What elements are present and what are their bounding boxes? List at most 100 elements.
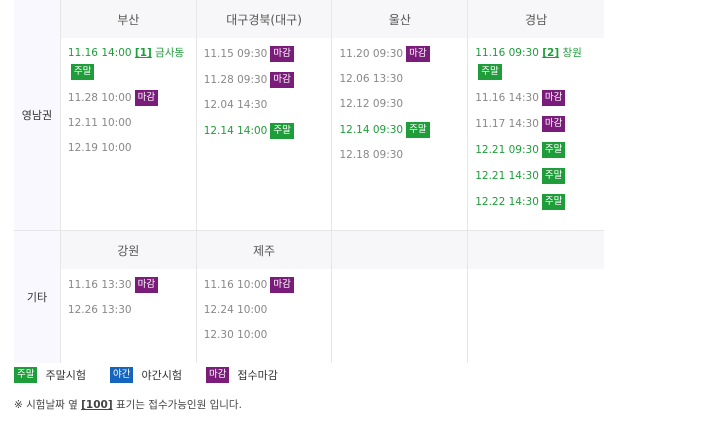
legend-item-night: 야간 야간시험: [109, 367, 182, 383]
closed-badge: 마감: [134, 90, 159, 106]
city-column: [332, 231, 469, 363]
city-header: [468, 231, 604, 269]
exam-date-item[interactable]: 12.26 13:30: [68, 303, 196, 318]
exam-datetime: 11.16 13:30: [67, 279, 132, 291]
available-seats: [2]: [542, 47, 560, 59]
exam-datetime: 12.21 14:30: [475, 170, 539, 182]
exam-date-item[interactable]: 12.18 09:30: [339, 148, 467, 163]
note-prefix: ※ 시험날짜 옆: [14, 399, 82, 411]
city-schedule: [468, 269, 604, 287]
exam-datetime: 12.22 14:30: [475, 196, 539, 208]
legend-item-closed: 마감 접수마감: [205, 367, 278, 383]
exam-datetime: 12.12 09:30: [339, 98, 404, 110]
legend-item-weekend: 주말 주말시험: [14, 367, 86, 383]
exam-datetime: 12.14 09:30: [339, 124, 404, 136]
exam-date-item[interactable]: 11.15 09:30 마감: [204, 46, 332, 62]
region-row: 기타 강원 11.16 13:30 마감 12.26 13:30 제주 11.16 10:0…: [14, 230, 604, 363]
city-column: 제주 11.16 10:00 마감 12.24 10:00 12.30 10:00: [196, 231, 333, 363]
exam-date-item[interactable]: 12.21 14:30 주말: [475, 168, 604, 184]
legend: 주말 주말시험 야간 야간시험 마감 접수마감: [14, 367, 278, 383]
exam-date-item[interactable]: 12.19 10:00: [68, 141, 196, 156]
exam-datetime: 11.20 09:30: [339, 48, 404, 60]
city-schedule: 11.16 13:30 마감 12.26 13:30: [61, 269, 196, 338]
exam-date-item[interactable]: 12.22 14:30 주말: [475, 194, 604, 210]
available-seats: [1]: [134, 47, 152, 59]
weekend-badge: 주말: [478, 64, 502, 80]
city-column: 부산 11.16 14:00 [1] 금사동 주말 11.28 10:00 마감 12.1…: [60, 0, 197, 230]
exam-date-item[interactable]: 11.16 13:30 마감: [68, 277, 196, 293]
note-suffix: 표기는 접수가능인원 입니다.: [112, 399, 242, 411]
exam-date-item[interactable]: 11.16 14:30 마감: [475, 90, 604, 106]
exam-date-item[interactable]: 11.17 14:30 마감: [475, 116, 604, 132]
weekend-badge: 주말: [406, 122, 430, 138]
exam-date-item[interactable]: 12.11 10:00: [68, 116, 196, 131]
exam-date-item[interactable]: 11.16 10:00 마감: [204, 277, 332, 293]
region-label: 영남권: [14, 0, 61, 230]
night-badge: 야간: [109, 367, 134, 383]
city-schedule: 11.16 09:30 [2] 창원 주말 11.16 14:30 마감 11.17 1…: [468, 38, 604, 230]
weekend-badge: 주말: [14, 367, 38, 383]
legend-label: 야간시험: [141, 369, 182, 382]
exam-venue: 창원: [562, 47, 582, 59]
exam-datetime: 12.21 09:30: [475, 144, 539, 156]
city-schedule: 11.16 10:00 마감 12.24 10:00 12.30 10:00: [197, 269, 332, 363]
legend-label: 접수마감: [237, 369, 278, 382]
exam-datetime: 11.28 10:00: [67, 92, 132, 104]
closed-badge: 마감: [406, 46, 430, 62]
exam-datetime: 12.06 13:30: [339, 73, 404, 85]
city-column: 강원 11.16 13:30 마감 12.26 13:30: [60, 231, 197, 363]
closed-badge: 마감: [541, 116, 566, 132]
exam-date-item[interactable]: 11.28 10:00 마감: [68, 90, 196, 106]
exam-datetime: 12.04 14:30: [203, 99, 268, 111]
city-header: 울산: [332, 0, 468, 38]
exam-date-item[interactable]: 11.16 09:30 [2] 창원 주말: [475, 46, 604, 80]
closed-badge: 마감: [541, 90, 566, 106]
closed-badge: 마감: [270, 277, 294, 293]
exam-date-item[interactable]: 12.24 10:00: [204, 303, 332, 318]
closed-badge: 마감: [270, 46, 294, 62]
exam-datetime: 12.26 13:30: [67, 304, 132, 316]
exam-datetime: 11.15 09:30: [203, 48, 268, 60]
exam-datetime: 11.16 14:00: [67, 47, 132, 59]
exam-date-item[interactable]: 11.20 09:30 마감: [339, 46, 467, 62]
exam-datetime: 11.28 09:30: [203, 74, 268, 86]
exam-date-item[interactable]: 12.14 09:30 주말: [339, 122, 467, 138]
exam-datetime: 12.30 10:00: [203, 329, 268, 341]
exam-datetime: 12.19 10:00: [67, 142, 132, 154]
city-schedule: 11.20 09:30 마감 12.06 13:30 12.12 09:30 12.14…: [332, 38, 467, 183]
city-schedule: [332, 269, 467, 287]
exam-datetime: 12.11 10:00: [67, 117, 132, 129]
weekend-badge: 주말: [541, 168, 566, 184]
exam-datetime: 11.16 10:00: [203, 279, 268, 291]
city-header: 제주: [196, 231, 332, 269]
city-header: 대구경북(대구): [196, 0, 332, 38]
exam-datetime: 12.24 10:00: [203, 304, 268, 316]
exam-datetime: 12.14 14:00: [203, 125, 268, 137]
exam-date-item[interactable]: 12.14 14:00 주말: [204, 123, 332, 139]
exam-date-item[interactable]: 11.28 09:30 마감: [204, 72, 332, 88]
weekend-badge: 주말: [70, 64, 95, 80]
exam-date-item[interactable]: 12.06 13:30: [339, 72, 467, 87]
city-column: 울산 11.20 09:30 마감 12.06 13:30 12.12 09:30 12.…: [332, 0, 469, 230]
legend-label: 주말시험: [45, 369, 86, 382]
closed-badge: 마감: [270, 72, 294, 88]
region-label: 기타: [14, 231, 61, 363]
city-header: 부산: [60, 0, 196, 38]
exam-date-item[interactable]: 12.04 14:30: [204, 98, 332, 113]
exam-date-item[interactable]: 12.21 09:30 주말: [475, 142, 604, 158]
city-header: [332, 231, 468, 269]
city-column: 경남 11.16 09:30 [2] 창원 주말 11.16 14:30 마감 11.17…: [468, 0, 604, 230]
exam-datetime: 11.17 14:30: [475, 118, 539, 130]
exam-datetime: 11.16 14:30: [475, 92, 539, 104]
exam-venue: 금사동: [155, 47, 185, 59]
weekend-badge: 주말: [541, 142, 566, 158]
exam-date-item[interactable]: 12.30 10:00: [204, 328, 332, 343]
city-header: 경남: [468, 0, 604, 38]
exam-date-item[interactable]: 11.16 14:00 [1] 금사동주말: [68, 46, 196, 80]
city-header: 강원: [60, 231, 196, 269]
exam-date-item[interactable]: 12.12 09:30: [339, 97, 467, 112]
city-column: 대구경북(대구) 11.15 09:30 마감 11.28 09:30 마감 12.04 …: [196, 0, 333, 230]
weekend-badge: 주말: [270, 123, 294, 139]
exam-datetime: 12.18 09:30: [339, 149, 404, 161]
closed-badge: 마감: [205, 367, 230, 383]
